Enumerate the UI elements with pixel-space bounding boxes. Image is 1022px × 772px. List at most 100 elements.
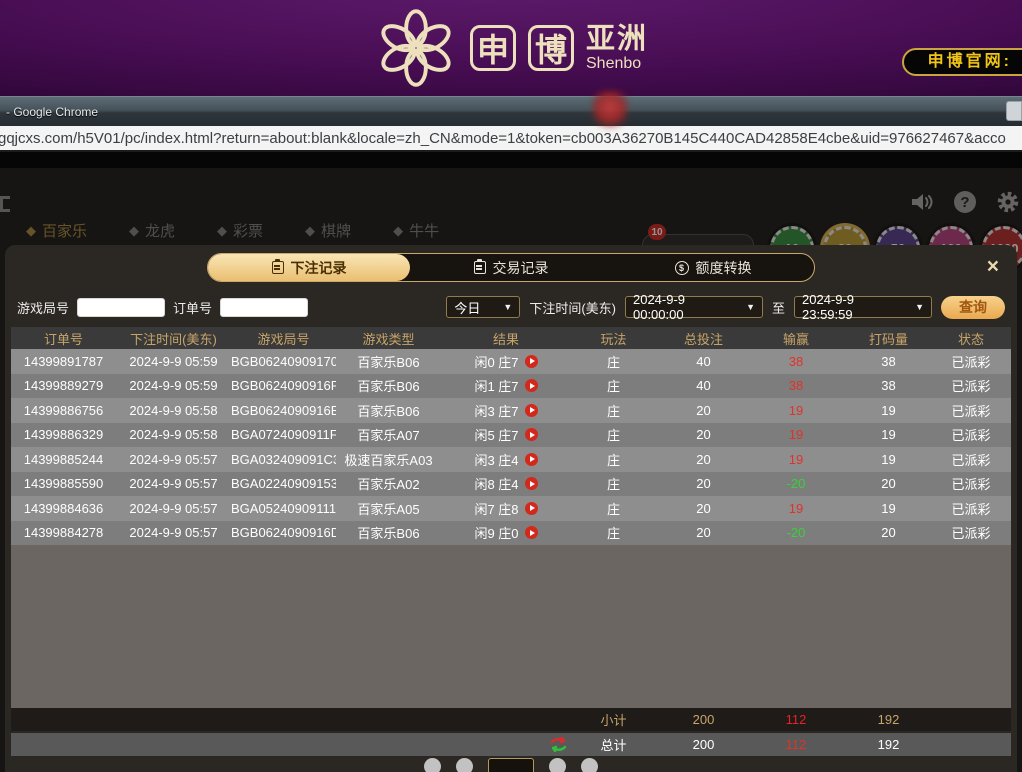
pagination-dot[interactable] <box>581 758 598 772</box>
filter-bar: 游戏局号 订单号 今日 ▼ 下注时间(美东) 2024-9-9 00:00:00… <box>17 295 1005 319</box>
cell-status: 已派彩 <box>936 499 1006 518</box>
game-round-input[interactable] <box>77 298 165 317</box>
cards-icon: ◆ <box>305 223 315 239</box>
tab-transaction-records[interactable]: 交易记录 <box>410 254 612 281</box>
replay-icon[interactable] <box>525 453 538 466</box>
window-titlebar[interactable]: - Google Chrome <box>0 96 1022 126</box>
replay-icon[interactable] <box>525 477 538 490</box>
brand-region: 亚洲 <box>586 25 648 54</box>
cell-order: 14399885244 <box>11 452 116 467</box>
replay-icon[interactable] <box>525 379 538 392</box>
cell-status: 已派彩 <box>936 450 1006 469</box>
total-label: 总计 <box>571 735 656 754</box>
cell-result: 闲8 庄4 <box>441 474 571 493</box>
replay-icon[interactable] <box>525 428 538 441</box>
lobby-nav: ◆百家乐 ◆龙虎 ◆彩票 ◆棋牌 ◆牛牛 <box>26 220 439 241</box>
tab-bet-records[interactable]: 下注记录 <box>208 254 410 281</box>
table-body-rows: 14399891787 2024-9-9 05:59 BGB0624090917… <box>11 349 1011 545</box>
replay-icon[interactable] <box>525 404 538 417</box>
cell-status: 已派彩 <box>936 523 1006 542</box>
sound-icon[interactable] <box>910 191 934 213</box>
url-text[interactable]: gqjcxs.com/h5V01/pc/index.html?return=ab… <box>0 126 1022 151</box>
cell-order: 14399886329 <box>11 427 116 442</box>
address-bar[interactable]: gqjcxs.com/h5V01/pc/index.html?return=ab… <box>0 126 1022 152</box>
cell-winloss: 38 <box>751 378 841 393</box>
refresh-swap-icon[interactable] <box>550 737 567 752</box>
table-row: 14399884278 2024-9-9 05:57 BGB0624090916… <box>11 521 1011 546</box>
subtotal-bet: 200 <box>656 712 751 727</box>
table-empty-area <box>11 545 1011 708</box>
cell-winloss: -20 <box>751 525 841 540</box>
pagination <box>11 758 1011 772</box>
order-number-input[interactable] <box>220 298 308 317</box>
subtotal-label: 小计 <box>571 710 656 729</box>
cell-total-bet: 20 <box>656 525 751 540</box>
total-winloss: 112 <box>751 737 841 752</box>
baccarat-icon: ◆ <box>26 223 36 239</box>
cell-winloss: 19 <box>751 501 841 516</box>
cell-order: 14399891787 <box>11 354 116 369</box>
nav-item-baccarat[interactable]: ◆百家乐 <box>26 220 87 241</box>
cell-status: 已派彩 <box>936 401 1006 420</box>
cell-playtype: 庄 <box>571 474 656 493</box>
notification-badge: 10 <box>648 224 666 240</box>
brand-logo: 申 博 亚洲 Shenbo <box>374 6 648 90</box>
replay-icon[interactable] <box>525 502 538 515</box>
cell-bet-time: 2024-9-9 05:57 <box>116 501 231 516</box>
table-header-row: 订单号 下注时间(美东) 游戏局号 游戏类型 结果 玩法 总投注 输赢 打码量 … <box>11 327 1011 349</box>
table-row: 14399891787 2024-9-9 05:59 BGB0624090917… <box>11 349 1011 374</box>
close-icon[interactable]: × <box>987 256 999 277</box>
cell-order: 14399889279 <box>11 378 116 393</box>
replay-icon[interactable] <box>525 526 538 539</box>
cell-playtype: 庄 <box>571 425 656 444</box>
total-row: 总计 200 112 192 <box>11 733 1011 756</box>
window-control[interactable] <box>1006 101 1022 121</box>
bet-records-icon <box>272 261 284 274</box>
end-time-select[interactable]: 2024-9-9 23:59:59 ▼ <box>794 296 932 318</box>
replay-icon[interactable] <box>525 355 538 368</box>
brand-char-bo: 博 <box>528 25 574 71</box>
brand-wordmark: 亚洲 Shenbo <box>586 25 648 72</box>
subtotal-turnover: 192 <box>841 712 936 727</box>
pagination-dot[interactable] <box>424 758 441 772</box>
cell-playtype: 庄 <box>571 352 656 371</box>
screen: 申 博 亚洲 Shenbo 申博官网: - Google Chrome gqjc… <box>0 0 1022 772</box>
cell-status: 已派彩 <box>936 352 1006 371</box>
nav-item-dragon-tiger[interactable]: ◆龙虎 <box>129 220 175 241</box>
date-range-select[interactable]: 今日 ▼ <box>446 296 520 318</box>
cell-game-round: BGB0624090916D <box>231 525 336 540</box>
to-label: 至 <box>772 298 785 317</box>
cell-game-type: 百家乐B06 <box>336 523 441 542</box>
chevron-down-icon: ▼ <box>915 302 924 312</box>
total-bet: 200 <box>656 737 751 752</box>
tab-credit-transfer[interactable]: 额度转换 <box>612 254 814 281</box>
nav-item-cards[interactable]: ◆棋牌 <box>305 220 351 241</box>
chevron-down-icon: ▼ <box>746 302 755 312</box>
cell-result: 闲5 庄7 <box>441 425 571 444</box>
official-site-button[interactable]: 申博官网: <box>902 48 1022 76</box>
table-row: 14399884636 2024-9-9 05:57 BGA0524090911… <box>11 496 1011 521</box>
cell-result: 闲9 庄0 <box>441 523 571 542</box>
pagination-dot[interactable] <box>456 758 473 772</box>
cell-game-round: BGA02240909153 <box>231 476 336 491</box>
cell-game-round: BGA05240909111 <box>231 501 336 516</box>
nav-item-niuniu[interactable]: ◆牛牛 <box>393 220 439 241</box>
help-icon[interactable]: ? <box>954 191 976 213</box>
pagination-dot[interactable] <box>549 758 566 772</box>
settings-gear-icon[interactable] <box>996 190 1020 214</box>
cell-game-type: 百家乐B06 <box>336 352 441 371</box>
cell-turnover: 19 <box>841 403 936 418</box>
cell-bet-time: 2024-9-9 05:57 <box>116 452 231 467</box>
nav-item-lottery[interactable]: ◆彩票 <box>217 220 263 241</box>
start-time-select[interactable]: 2024-9-9 00:00:00 ▼ <box>625 296 763 318</box>
modal-tabs: 下注记录 交易记录 额度转换 <box>207 253 815 282</box>
bull-icon: ◆ <box>393 223 403 239</box>
cell-status: 已派彩 <box>936 425 1006 444</box>
cell-playtype: 庄 <box>571 499 656 518</box>
page-number-box[interactable] <box>488 758 534 772</box>
cell-game-type: 极速百家乐A03 <box>336 450 441 469</box>
lottery-icon: ◆ <box>217 223 227 239</box>
brand-char-shen: 申 <box>470 25 516 71</box>
cell-bet-time: 2024-9-9 05:59 <box>116 378 231 393</box>
search-button[interactable]: 查询 <box>941 296 1005 319</box>
